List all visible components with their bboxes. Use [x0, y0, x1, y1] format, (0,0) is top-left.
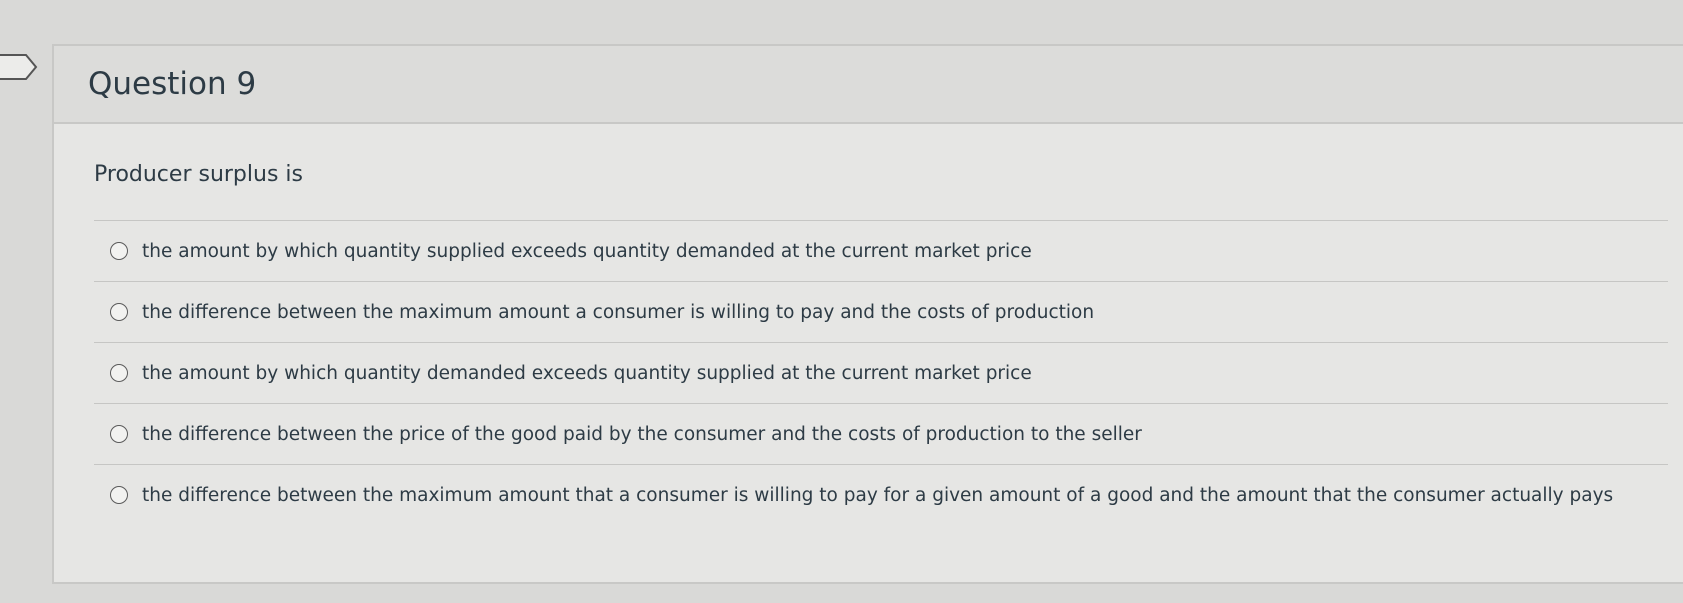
question-body: Producer surplus is the amount by which … [54, 162, 1683, 525]
radio-button[interactable] [110, 425, 128, 443]
answer-label: the amount by which quantity demanded ex… [142, 362, 1032, 384]
flag-icon[interactable] [0, 52, 40, 82]
question-card: Question 9 Producer surplus is the amoun… [52, 44, 1683, 584]
answer-option-4[interactable]: the difference between the price of the … [94, 404, 1668, 465]
answer-label: the difference between the price of the … [142, 423, 1142, 445]
answer-option-2[interactable]: the difference between the maximum amoun… [94, 282, 1668, 343]
answer-label: the amount by which quantity supplied ex… [142, 240, 1032, 262]
radio-button[interactable] [110, 242, 128, 260]
question-prompt: Producer surplus is [94, 162, 303, 187]
radio-button[interactable] [110, 303, 128, 321]
answer-label: the difference between the maximum amoun… [142, 484, 1614, 506]
answer-list: the amount by which quantity supplied ex… [94, 220, 1668, 525]
answer-label: the difference between the maximum amoun… [142, 301, 1095, 323]
question-title: Question 9 [88, 66, 257, 102]
answer-option-3[interactable]: the amount by which quantity demanded ex… [94, 343, 1668, 404]
answer-option-1[interactable]: the amount by which quantity supplied ex… [94, 221, 1668, 282]
radio-button[interactable] [110, 364, 128, 382]
answer-option-5[interactable]: the difference between the maximum amoun… [94, 465, 1668, 525]
radio-button[interactable] [110, 486, 128, 504]
question-header: Question 9 [54, 46, 1683, 124]
